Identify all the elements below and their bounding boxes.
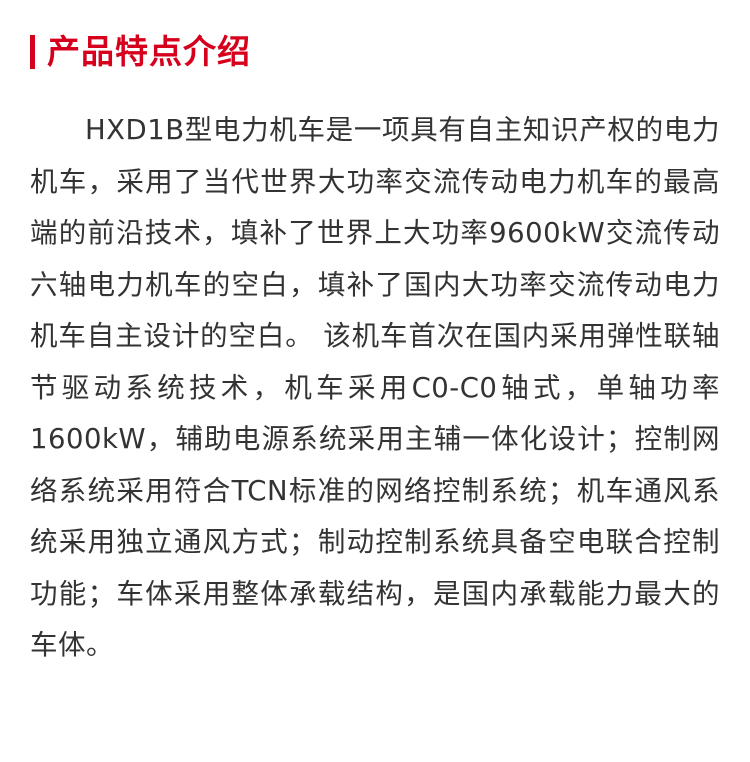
section-title: 产品特点介绍 [47,32,251,71]
product-description: HXD1B型电力机车是一项具有自主知识产权的电力机车，采用了当代世界大功率交流传… [30,114,720,661]
section-header: 产品特点介绍 [30,30,251,74]
accent-bar [30,35,35,69]
